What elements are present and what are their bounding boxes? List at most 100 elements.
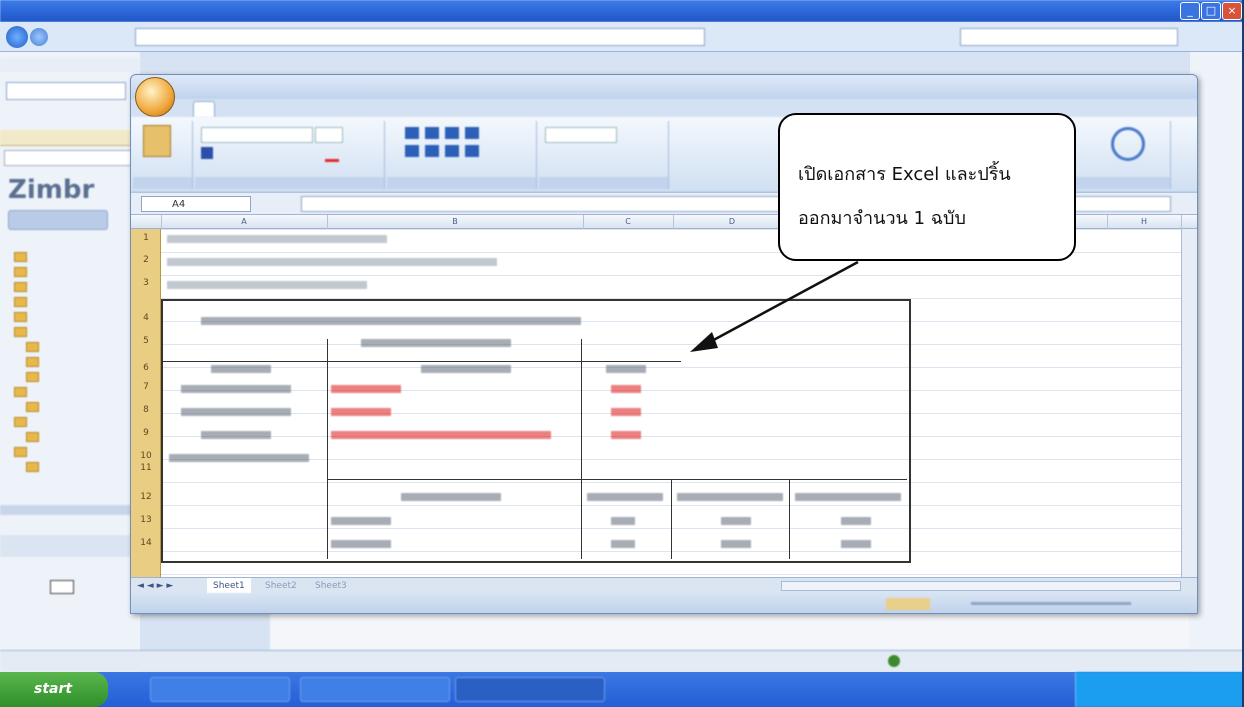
back-icon[interactable] — [6, 26, 28, 48]
start-button[interactable]: start — [0, 672, 108, 707]
font-size-select[interactable] — [315, 127, 343, 143]
sheet-tab-bar: ◄ ◄ ► ► Sheet1 Sheet2 Sheet3 — [131, 577, 1197, 594]
row-header[interactable]: 2 — [131, 255, 161, 265]
taskbar-item[interactable] — [300, 677, 450, 702]
row-header[interactable]: 10 — [131, 451, 161, 461]
cell-text-row1 — [167, 235, 387, 243]
row-header[interactable]: 1 — [131, 233, 161, 243]
folder-item[interactable] — [14, 295, 28, 307]
calendar-today[interactable] — [50, 580, 74, 594]
tab-review[interactable] — [491, 101, 541, 117]
align-icons[interactable] — [405, 145, 485, 157]
paste-icon[interactable] — [143, 125, 171, 157]
folder-item[interactable] — [14, 310, 28, 322]
row-header[interactable]: 7 — [131, 382, 161, 392]
sheet-nav-icons[interactable]: ◄ ◄ ► ► — [137, 578, 173, 594]
cell-text — [611, 540, 635, 548]
column-header[interactable]: B — [327, 215, 584, 229]
folder-item[interactable] — [26, 355, 40, 367]
cell-text — [721, 540, 751, 548]
close-button[interactable]: × — [1222, 2, 1242, 20]
sheet-tab[interactable]: Sheet2 — [265, 578, 297, 594]
ie-toolbar-search[interactable] — [6, 82, 126, 100]
maximize-button[interactable]: □ — [1201, 2, 1221, 20]
cell-text-red — [331, 408, 391, 416]
folder-item[interactable] — [14, 280, 28, 292]
table-line — [581, 339, 582, 559]
zoom-slider[interactable] — [971, 602, 1131, 605]
tab-home[interactable] — [193, 101, 215, 117]
row-header[interactable]: 11 — [131, 463, 161, 473]
vertical-scrollbar[interactable] — [1181, 229, 1197, 577]
tab-page-layout[interactable] — [291, 101, 361, 117]
sidebar-scrollbar[interactable] — [0, 505, 140, 515]
row-header[interactable]: 8 — [131, 405, 161, 415]
align-icons[interactable] — [405, 127, 485, 139]
font-color-icon[interactable] — [325, 149, 339, 162]
row-header[interactable]: 13 — [131, 515, 161, 525]
callout-line-1: เปิดเอกสาร Excel และปริ้น — [798, 164, 1011, 185]
select-all[interactable] — [131, 215, 162, 229]
search-input[interactable] — [960, 28, 1178, 46]
zimbra-tab[interactable] — [4, 150, 134, 166]
find-select-icon[interactable] — [1111, 127, 1145, 161]
folder-item[interactable] — [26, 430, 40, 442]
ie-title-bar — [0, 0, 1242, 22]
folder-item[interactable] — [14, 325, 28, 337]
row-header[interactable]: 6 — [131, 363, 161, 373]
column-header[interactable]: C — [583, 215, 674, 229]
tab-formulas[interactable] — [371, 101, 431, 117]
table-line — [161, 361, 681, 363]
row-header[interactable]: 14 — [131, 538, 161, 548]
taskbar-item-excel[interactable] — [455, 677, 605, 702]
excel-title-bar — [131, 75, 1197, 99]
font-name-select[interactable] — [201, 127, 313, 143]
alignment-group — [387, 121, 537, 189]
column-header[interactable]: D — [673, 215, 792, 229]
horizontal-scrollbar[interactable] — [781, 581, 1181, 591]
cell-text-red — [611, 408, 641, 416]
column-header[interactable]: H — [1107, 215, 1182, 229]
column-header[interactable]: A — [161, 215, 328, 229]
row-header[interactable]: 9 — [131, 428, 161, 438]
font-group — [195, 121, 385, 189]
sheet-tab[interactable]: Sheet1 — [207, 578, 251, 594]
row-header[interactable]: 3 — [131, 278, 161, 288]
cell-text — [841, 517, 871, 525]
table-line — [327, 339, 328, 559]
mail-tab[interactable] — [8, 210, 108, 230]
address-input[interactable] — [135, 28, 705, 46]
number-format-select[interactable] — [545, 127, 617, 143]
tab-view[interactable] — [551, 101, 591, 117]
cell-text — [795, 493, 901, 501]
folder-item[interactable] — [14, 385, 28, 397]
folder-item[interactable] — [14, 265, 28, 277]
minimize-button[interactable]: _ — [1180, 2, 1200, 20]
folder-item[interactable] — [14, 445, 28, 457]
tab-data[interactable] — [441, 101, 481, 117]
instruction-callout: เปิดเอกสาร Excel และปริ้น ออกมาจำนวน 1 ฉ… — [778, 113, 1076, 261]
folder-item[interactable] — [14, 415, 28, 427]
row-header[interactable]: 4 — [131, 313, 161, 323]
folder-item[interactable] — [26, 370, 40, 382]
tab-insert[interactable] — [241, 101, 281, 117]
worksheet-grid[interactable] — [161, 229, 1181, 577]
view-buttons[interactable] — [886, 598, 930, 610]
folder-item[interactable] — [26, 340, 40, 352]
ie-address-toolbar — [0, 22, 1242, 52]
sheet-tab[interactable]: Sheet3 — [315, 578, 347, 594]
folder-item[interactable] — [26, 400, 40, 412]
folder-item[interactable] — [26, 460, 40, 472]
name-box[interactable]: A4 — [141, 196, 251, 212]
row-header[interactable]: 5 — [131, 336, 161, 346]
forward-icon[interactable] — [30, 28, 48, 46]
cell-text — [169, 454, 309, 462]
cell-text — [211, 365, 271, 373]
bold-icon[interactable] — [201, 147, 213, 159]
table-line — [327, 479, 907, 481]
table-line — [789, 479, 790, 559]
taskbar-item[interactable] — [150, 677, 290, 702]
row-header[interactable]: 12 — [131, 492, 161, 502]
folder-item[interactable] — [14, 250, 28, 262]
cell-text — [181, 408, 291, 416]
